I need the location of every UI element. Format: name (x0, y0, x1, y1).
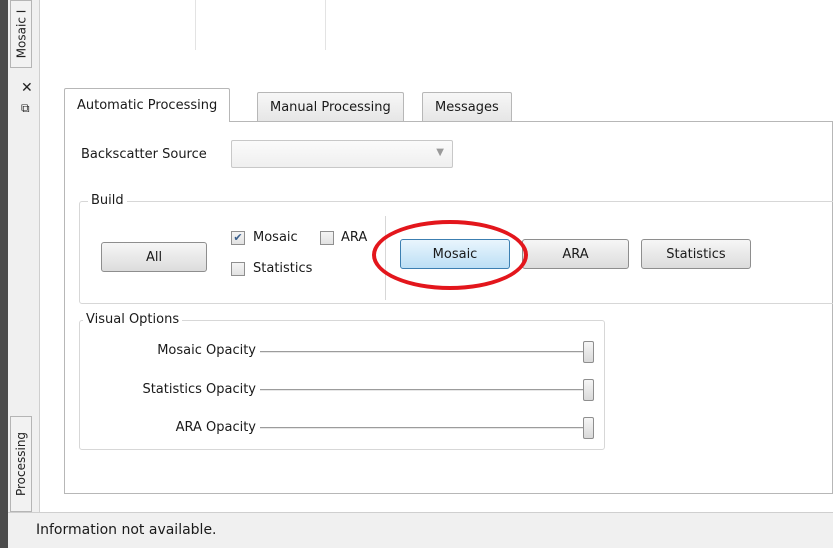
ara-checkbox[interactable] (320, 231, 334, 245)
build-statistics-button[interactable]: Statistics (641, 239, 751, 269)
ara-opacity-label: ARA Opacity (175, 420, 256, 435)
top-divider (195, 0, 196, 50)
visual-options-group: Visual Options Mosaic Opacity Statistics… (79, 312, 605, 450)
mosaic-checkbox-label: Mosaic (253, 230, 298, 245)
build-mosaic-label: Mosaic (432, 246, 478, 262)
statistics-opacity-track[interactable] (260, 389, 588, 392)
automatic-processing-panel: Backscatter Source ▼ Build All ✔ Mosaic … (64, 121, 833, 494)
tab-label: Automatic Processing (77, 98, 218, 113)
build-group: Build All ✔ Mosaic ARA Statistics Mosaic… (79, 193, 833, 304)
window-edge (0, 0, 8, 548)
status-text: Information not available. (36, 522, 217, 538)
side-tab-processing-label: Processing (14, 431, 29, 497)
side-tab-processing[interactable]: Processing (10, 416, 32, 512)
side-tab-mosaic[interactable]: Mosaic I (10, 0, 32, 68)
tab-label: Manual Processing (270, 99, 391, 115)
ara-checkbox-label: ARA (341, 230, 368, 245)
backscatter-source-select[interactable]: ▼ (231, 140, 453, 168)
ara-opacity-track[interactable] (260, 427, 588, 430)
tab-manual-processing[interactable]: Manual Processing (257, 92, 404, 121)
statistics-opacity-handle[interactable] (583, 379, 594, 401)
build-mosaic-button[interactable]: Mosaic (400, 239, 510, 269)
mosaic-opacity-label: Mosaic Opacity (157, 343, 256, 358)
statistics-checkbox-label: Statistics (253, 261, 313, 276)
backscatter-source-label: Backscatter Source (81, 147, 207, 162)
side-dock-strip: Mosaic I ✕ ⧉ Processing (0, 0, 40, 548)
processing-panel: Automatic Processing Manual Processing M… (41, 66, 833, 512)
processing-window: Mosaic I ✕ ⧉ Processing Automatic Proces… (0, 0, 833, 548)
tab-automatic-processing[interactable]: Automatic Processing (64, 88, 231, 122)
visual-options-title: Visual Options (83, 312, 183, 327)
build-group-title: Build (88, 193, 127, 208)
build-statistics-label: Statistics (666, 246, 726, 262)
status-bar: Information not available. (8, 512, 833, 548)
top-divider (325, 0, 326, 50)
statistics-opacity-label: Statistics Opacity (142, 382, 256, 397)
side-tab-mosaic-label: Mosaic I (14, 9, 28, 59)
tab-label: Messages (435, 99, 499, 115)
tab-messages[interactable]: Messages (422, 92, 512, 121)
statistics-checkbox[interactable] (231, 262, 245, 276)
mosaic-opacity-track[interactable] (260, 351, 588, 354)
build-all-label: All (145, 249, 163, 265)
build-ara-button[interactable]: ARA (522, 239, 629, 269)
close-icon[interactable]: ✕ (21, 81, 33, 95)
chevron-down-icon: ▼ (436, 147, 444, 158)
ara-opacity-handle[interactable] (583, 417, 594, 439)
float-window-icon[interactable]: ⧉ (21, 101, 30, 115)
mosaic-checkbox[interactable]: ✔ (231, 231, 245, 245)
build-ara-label: ARA (562, 246, 589, 262)
build-all-button[interactable]: All (101, 242, 207, 272)
mosaic-opacity-handle[interactable] (583, 341, 594, 363)
build-separator (385, 216, 386, 300)
top-document-area (40, 0, 833, 66)
